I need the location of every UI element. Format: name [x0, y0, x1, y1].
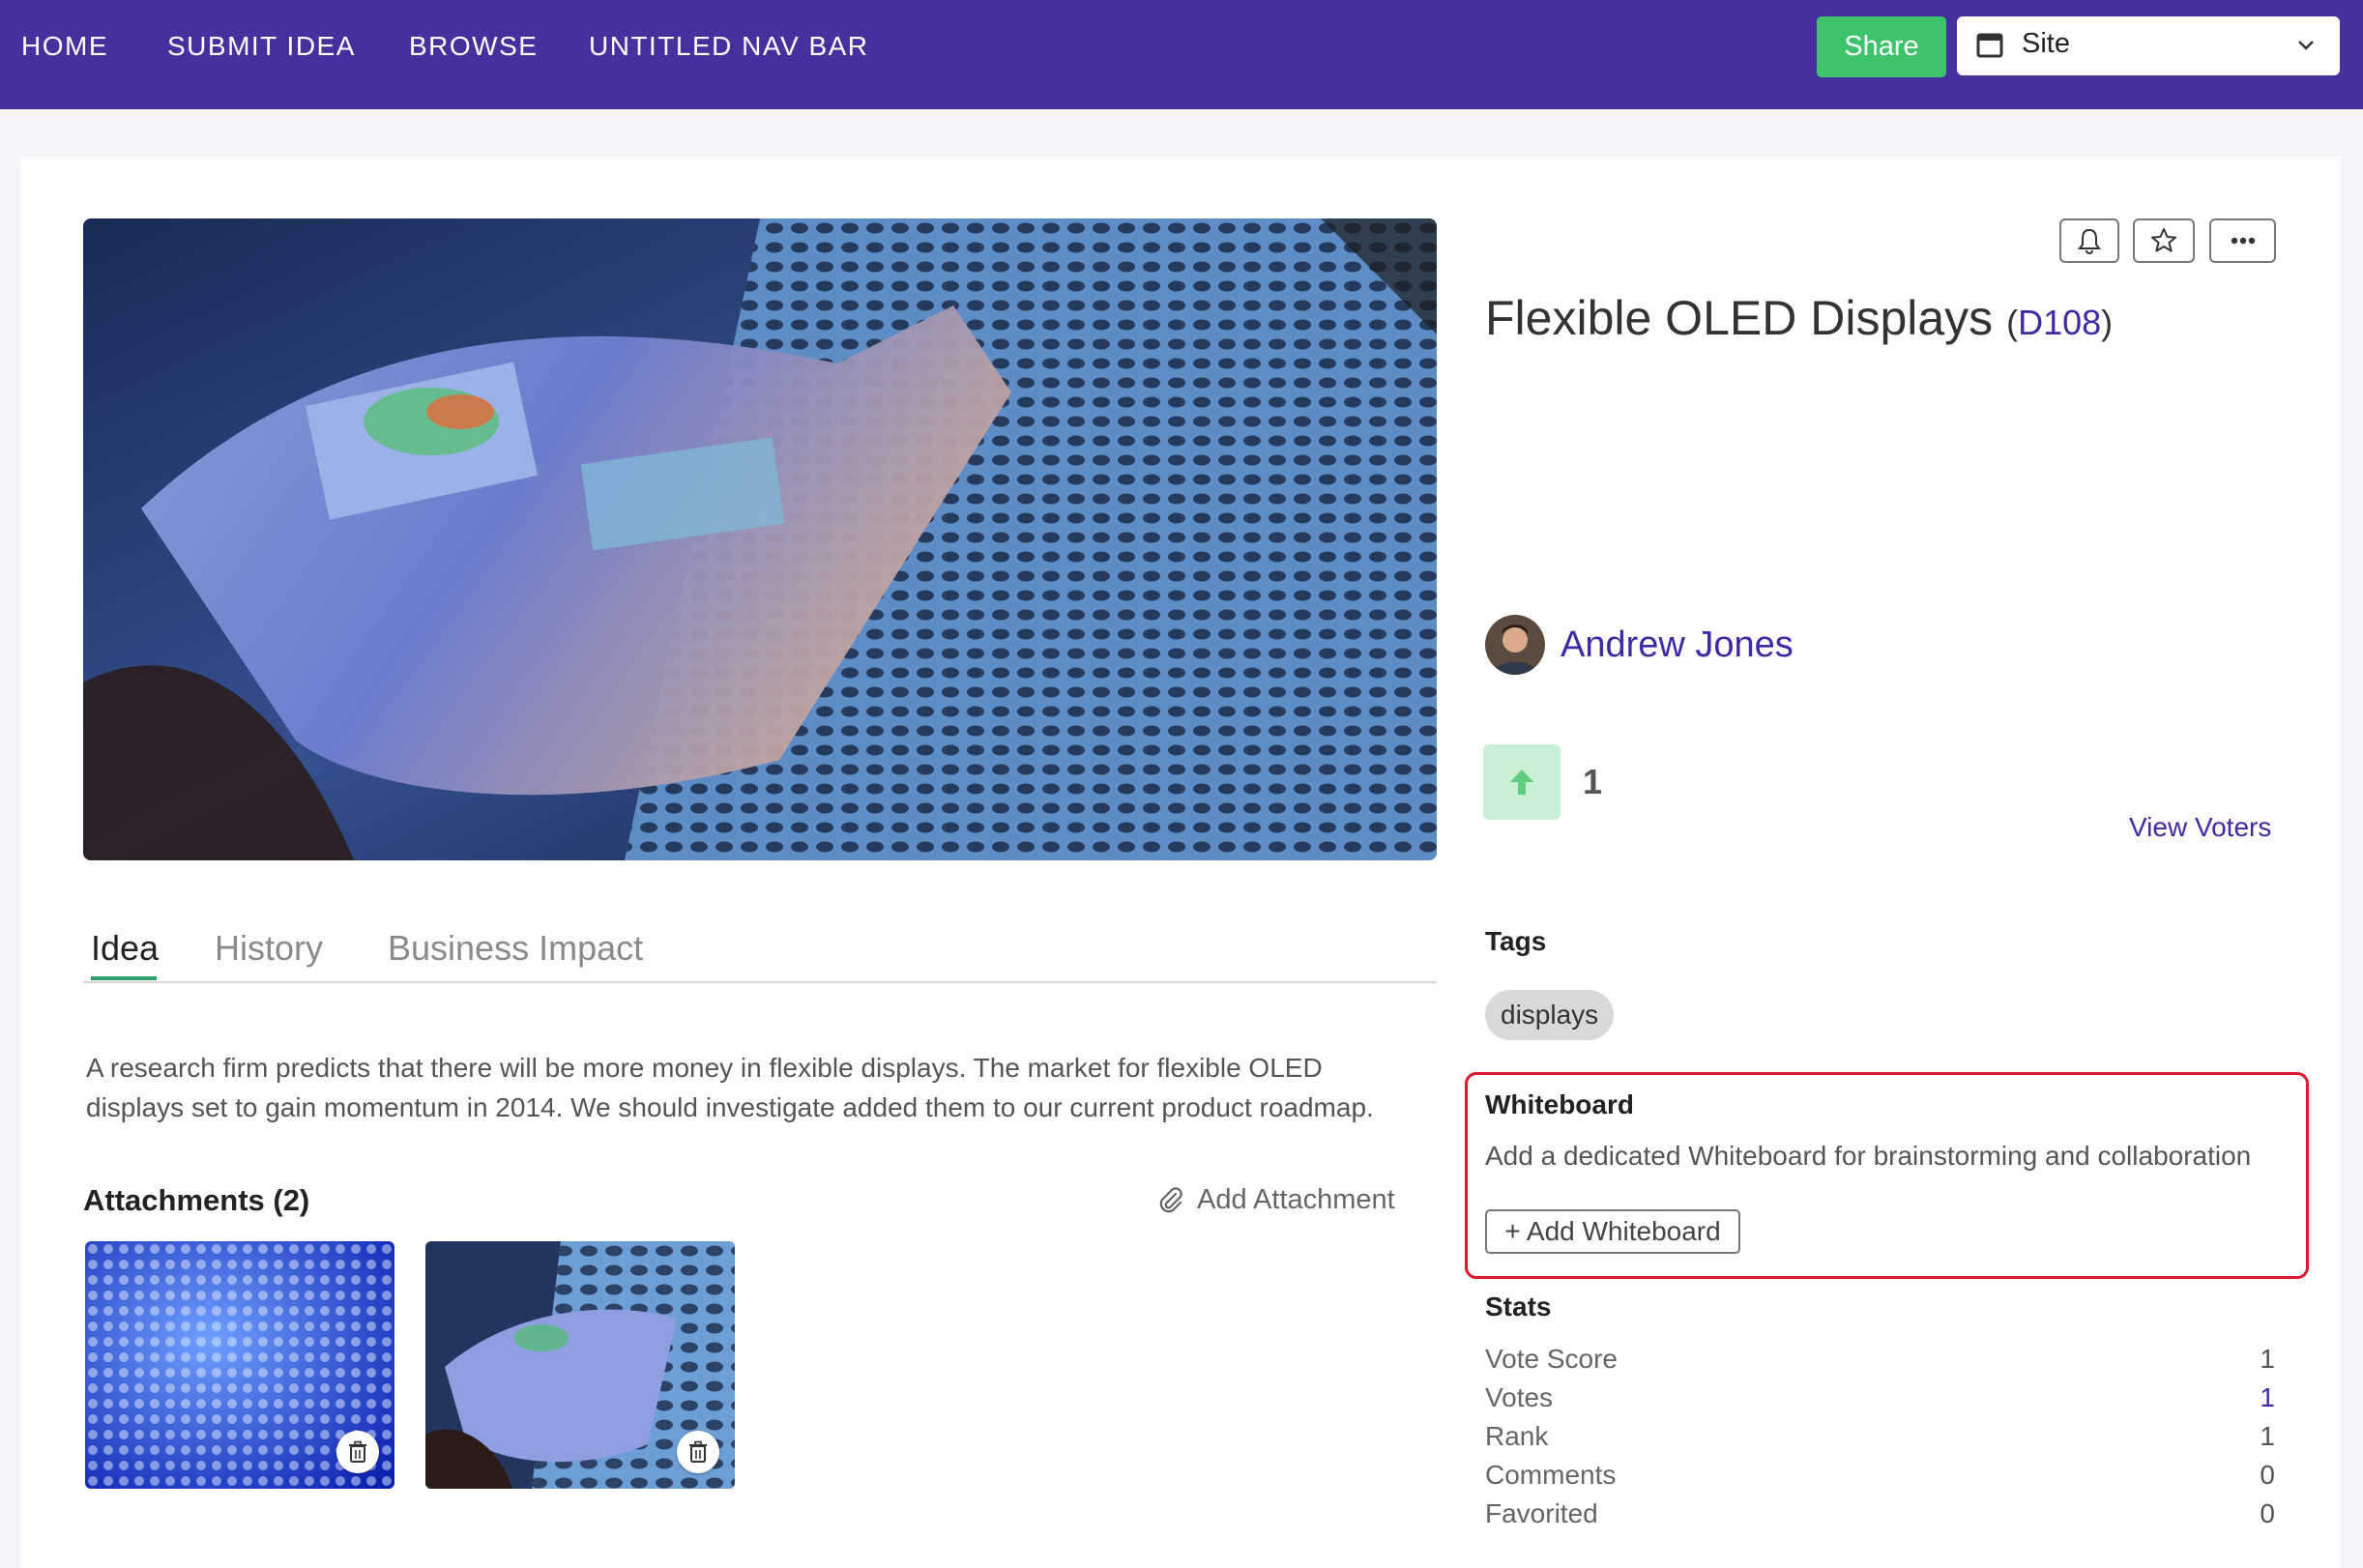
- delete-attachment-button[interactable]: [336, 1431, 379, 1473]
- idea-description-line: A research firm predicts that there will…: [86, 1053, 1323, 1083]
- delete-attachment-button[interactable]: [677, 1431, 719, 1473]
- add-whiteboard-button[interactable]: + Add Whiteboard: [1485, 1209, 1740, 1254]
- author-name-link[interactable]: Andrew Jones: [1561, 624, 1794, 666]
- nav-submit-idea[interactable]: SUBMIT IDEA: [167, 29, 356, 64]
- idea-title-text: Flexible OLED Displays: [1485, 291, 1994, 345]
- tab-history[interactable]: History: [215, 927, 323, 970]
- view-voters-link[interactable]: View Voters: [2129, 812, 2271, 843]
- nav-home[interactable]: HOME: [21, 29, 108, 64]
- window-icon: [1976, 33, 2003, 58]
- active-tab-indicator: [91, 976, 157, 980]
- site-select[interactable]: Site: [1957, 16, 2340, 75]
- idea-title: Flexible OLED Displays (D108): [1485, 290, 2113, 346]
- stat-row: Favorited 0: [1485, 1498, 2275, 1529]
- more-icon: [2231, 237, 2255, 245]
- idea-tabs: Idea History Business Impact: [83, 923, 1437, 983]
- tags-heading: Tags: [1485, 926, 1547, 956]
- nav-browse[interactable]: BROWSE: [409, 29, 538, 64]
- stats-heading: Stats: [1485, 1292, 1552, 1321]
- attachment-thumbnail[interactable]: [425, 1241, 735, 1489]
- avatar[interactable]: [1485, 615, 1545, 675]
- paperclip-icon: [1159, 1186, 1182, 1212]
- stat-value: 1: [2260, 1421, 2275, 1451]
- tag-pill[interactable]: displays: [1485, 990, 1615, 1040]
- upvote-button[interactable]: [1483, 744, 1561, 820]
- subscribe-button[interactable]: [2059, 218, 2119, 263]
- trash-icon: [349, 1440, 366, 1463]
- add-attachment-button[interactable]: Add Attachment: [1156, 1184, 1395, 1216]
- idea-description: A research firm predicts that there will…: [86, 1048, 1401, 1127]
- idea-author: Andrew Jones: [1485, 615, 1794, 675]
- attachments-title: Attachments (2): [83, 1183, 310, 1217]
- stat-value: 0: [2260, 1460, 2275, 1490]
- idea-description-line: displays set to gain momentum in 2014. W…: [86, 1092, 1374, 1122]
- share-button[interactable]: Share: [1817, 16, 1946, 77]
- tab-idea[interactable]: Idea: [91, 927, 159, 970]
- top-navigation-bar: HOME SUBMIT IDEA BROWSE UNTITLED NAV BAR…: [0, 0, 2363, 109]
- stat-label: Comments: [1485, 1460, 1617, 1490]
- whiteboard-description: Add a dedicated Whiteboard for brainstor…: [1485, 1141, 2252, 1171]
- attachment-thumbnail[interactable]: [85, 1241, 394, 1489]
- add-attachment-label: Add Attachment: [1197, 1184, 1395, 1215]
- tab-business-impact[interactable]: Business Impact: [388, 927, 643, 970]
- stat-value: 1: [2260, 1344, 2275, 1374]
- stat-label: Votes: [1485, 1382, 1554, 1412]
- site-select-value: Site: [2022, 28, 2070, 59]
- favorite-button[interactable]: [2133, 218, 2195, 263]
- stat-row: Vote Score 1: [1485, 1344, 2275, 1375]
- bell-icon: [2078, 228, 2101, 254]
- stat-row: Votes 1: [1485, 1382, 2275, 1413]
- stat-label: Favorited: [1485, 1498, 1598, 1528]
- stat-row: Comments 0: [1485, 1460, 2275, 1491]
- more-options-button[interactable]: [2209, 218, 2276, 263]
- stat-value: 0: [2260, 1498, 2275, 1528]
- star-icon: [2151, 228, 2176, 252]
- stat-label: Vote Score: [1485, 1344, 1618, 1374]
- vote-count: 1: [1583, 762, 1603, 801]
- chevron-down-icon: [2298, 41, 2314, 50]
- stat-row: Rank 1: [1485, 1421, 2275, 1452]
- whiteboard-heading: Whiteboard: [1485, 1089, 1634, 1119]
- idea-code-open: (: [2006, 303, 2019, 342]
- stat-label: Rank: [1485, 1421, 1549, 1451]
- arrow-up-icon: [1510, 769, 1533, 795]
- trash-icon: [689, 1440, 707, 1463]
- stat-value-link[interactable]: 1: [2260, 1382, 2275, 1413]
- nav-untitled-nav-bar[interactable]: UNTITLED NAV BAR: [589, 29, 869, 64]
- idea-code-link[interactable]: D108: [2018, 303, 2101, 342]
- idea-code-close: ): [2101, 303, 2114, 342]
- idea-hero-image: [83, 218, 1437, 860]
- idea-code: (D108): [2006, 303, 2113, 342]
